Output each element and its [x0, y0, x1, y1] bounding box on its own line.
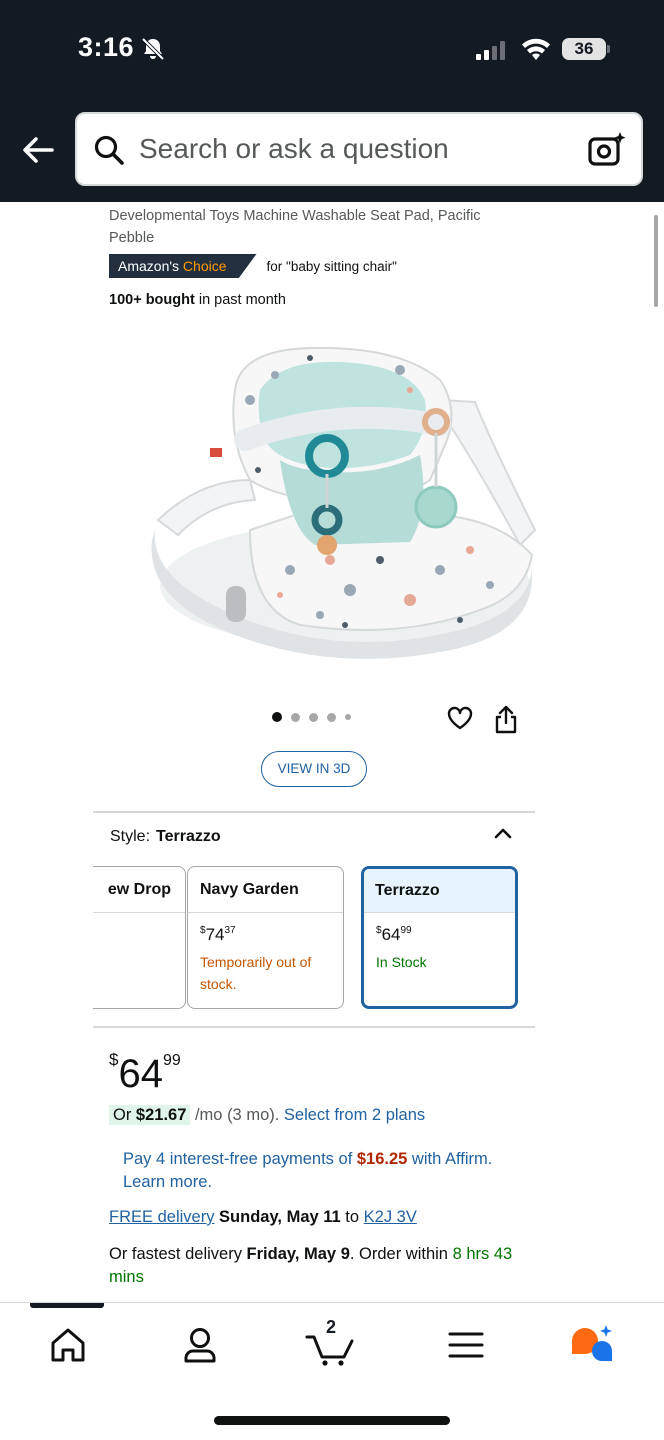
- style-label: Style:: [110, 828, 151, 845]
- installment-offer: Or $21.67 /mo (3 mo). Select from 2 plan…: [109, 1105, 425, 1125]
- swatch-name: Navy Garden: [188, 867, 343, 913]
- swatch-price-frac: 99: [400, 925, 412, 936]
- badge-for-text: for "baby sitting chair": [266, 258, 397, 274]
- camera-icon[interactable]: [587, 130, 627, 168]
- style-option-navy-garden[interactable]: Navy Garden $7437 Temporarily out of sto…: [187, 866, 344, 1009]
- wifi-icon: [522, 38, 550, 60]
- select-plans-link[interactable]: Select from 2 plans: [284, 1106, 425, 1124]
- style-swatches: ew Drop Navy Garden $7437 Temporarily ou…: [93, 866, 535, 1012]
- style-selected: Terrazzo: [156, 828, 221, 845]
- status-time: 3:16: [78, 32, 135, 62]
- active-tab-indicator: [30, 1303, 104, 1308]
- swatch-price: $7437: [200, 925, 236, 944]
- home-indicator: [214, 1416, 450, 1425]
- swatch-price: $6499: [376, 925, 412, 944]
- fastest-prefix: Or fastest delivery: [109, 1245, 247, 1263]
- carousel-dot[interactable]: [272, 712, 282, 722]
- monthly-prefix: Or: [113, 1106, 136, 1124]
- monthly-term: /mo (3 mo).: [190, 1106, 284, 1124]
- battery-indicator: 36: [562, 38, 606, 60]
- delivery-date: Sunday, May 11: [219, 1208, 341, 1226]
- search-icon: [94, 135, 124, 165]
- amazons-choice-badge: Amazon's Choice: [109, 254, 257, 278]
- account-icon[interactable]: [178, 1323, 222, 1367]
- fastest-delivery-info: Or fastest delivery Friday, May 9. Order…: [109, 1243, 529, 1289]
- swatch-availability: In Stock: [376, 954, 427, 970]
- carousel-dot[interactable]: [309, 712, 318, 722]
- heart-icon[interactable]: [446, 704, 474, 732]
- swatch-availability: Temporarily out of stock.: [200, 954, 312, 992]
- search-bar[interactable]: [75, 112, 643, 186]
- top-header: 3:16 36: [0, 0, 664, 202]
- delivery-info: FREE delivery Sunday, May 11 to K2J 3V: [109, 1208, 417, 1227]
- price-whole: 64: [118, 1052, 163, 1096]
- divider: [93, 811, 535, 813]
- image-carousel-dots[interactable]: [272, 712, 351, 722]
- affirm-prefix: Pay 4 interest-free payments of: [123, 1150, 357, 1168]
- badge-suffix: Choice: [182, 258, 227, 274]
- search-input[interactable]: [139, 114, 559, 184]
- style-selector-label[interactable]: Style: Terrazzo: [110, 828, 221, 846]
- product-title[interactable]: Developmental Toys Machine Washable Seat…: [109, 205, 509, 249]
- cart-count-badge: 2: [326, 1317, 337, 1337]
- bell-off-icon: [141, 37, 165, 61]
- swatch-name: Terrazzo: [364, 869, 515, 913]
- monthly-amount: $21.67: [135, 1106, 187, 1124]
- battery-tip: [607, 45, 610, 53]
- price-fraction: 99: [162, 1052, 181, 1069]
- style-option-dew-drop[interactable]: ew Drop: [93, 866, 186, 1009]
- delivery-to: to: [340, 1208, 364, 1226]
- swatch-price-whole: 74: [205, 925, 225, 944]
- fastest-date: Friday, May 9: [246, 1245, 350, 1263]
- amazons-choice-row: Amazon's Choice for "baby sitting chair": [109, 254, 397, 278]
- bought-count: 100+ bought in past month: [109, 292, 286, 308]
- carousel-dot[interactable]: [327, 712, 336, 722]
- carousel-dot[interactable]: [345, 714, 351, 720]
- scrollbar[interactable]: [654, 215, 658, 307]
- delivery-location-link[interactable]: K2J 3V: [364, 1208, 417, 1226]
- badge-prefix: Amazon's: [118, 258, 180, 274]
- affirm-amount: $16.25: [356, 1150, 408, 1168]
- signal-icon: [476, 40, 505, 60]
- swatch-price-whole: 64: [381, 925, 401, 944]
- rufus-icon[interactable]: [568, 1323, 612, 1367]
- swatch-price-frac: 37: [224, 925, 236, 936]
- bought-rest: in past month: [194, 292, 286, 308]
- swatch-name: ew Drop: [93, 867, 185, 913]
- free-delivery-link[interactable]: FREE delivery: [109, 1208, 214, 1226]
- view-in-3d-button[interactable]: VIEW IN 3D: [261, 751, 367, 787]
- menu-icon[interactable]: [444, 1323, 488, 1367]
- affirm-offer-link[interactable]: Pay 4 interest-free payments of $16.25 w…: [123, 1148, 493, 1194]
- share-icon[interactable]: [492, 704, 520, 734]
- monthly-amount-highlight: Or $21.67: [109, 1105, 191, 1125]
- order-within: . Order within: [349, 1245, 453, 1263]
- product-image[interactable]: [140, 330, 540, 670]
- style-option-terrazzo[interactable]: Terrazzo $6499 In Stock: [361, 866, 518, 1009]
- product-price: $6499: [109, 1050, 181, 1097]
- divider: [93, 1026, 535, 1028]
- chevron-up-icon[interactable]: [492, 824, 514, 842]
- bought-bold: 100+ bought: [109, 292, 195, 308]
- carousel-dot[interactable]: [291, 712, 300, 722]
- home-icon[interactable]: [46, 1323, 90, 1367]
- back-arrow-icon[interactable]: [18, 130, 58, 170]
